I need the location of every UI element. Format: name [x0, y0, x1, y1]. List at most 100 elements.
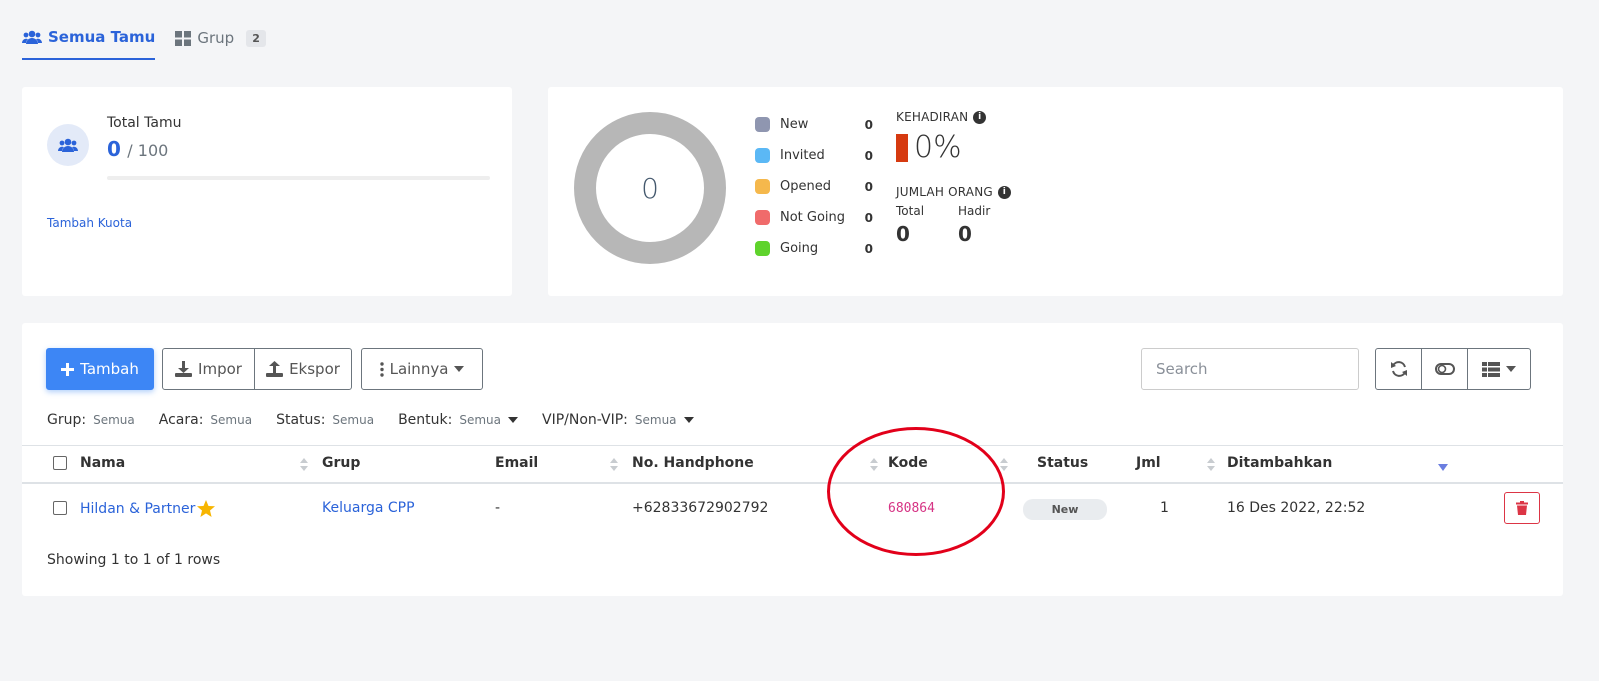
- grid-icon: [175, 30, 192, 46]
- legend-swatch: [755, 179, 770, 194]
- attendance-percentage: 0%: [896, 130, 986, 165]
- info-icon[interactable]: i: [997, 185, 1011, 199]
- chevron-down-icon: [683, 417, 694, 423]
- delete-button[interactable]: [1504, 492, 1540, 524]
- sort-icon[interactable]: [870, 458, 878, 472]
- table-row: Hildan & Partner Keluarga CPP - +6283367…: [22, 486, 1563, 532]
- attendance-section: KEHADIRAN i 0%: [896, 110, 987, 165]
- filter-label: Bentuk:: [398, 412, 453, 428]
- table-header: Nama Grup Email No. Handphone Kode Statu…: [22, 445, 1563, 484]
- filter-bentuk[interactable]: Bentuk: Semua: [398, 412, 518, 428]
- guest-phone-cell: +62833672902792: [632, 500, 769, 516]
- legend-item-opened[interactable]: Opened 0: [755, 171, 873, 202]
- upload-icon: [266, 361, 284, 377]
- legend-item-new[interactable]: New 0: [755, 109, 873, 140]
- status-donut-chart: 0: [574, 112, 726, 264]
- total-guests-value: 0 / 100: [107, 137, 168, 161]
- tab-semua-tamu[interactable]: Semua Tamu: [22, 28, 156, 60]
- people-count-title: JUMLAH ORANG i: [896, 185, 1011, 199]
- status-legend: New 0 Invited 0 Opened 0 Not Going 0 Goi…: [755, 109, 873, 264]
- tab-bar: Semua Tamu Grup 2: [22, 28, 266, 60]
- filter-status[interactable]: Status: Semua: [276, 412, 374, 428]
- people-present: Hadir 0: [958, 204, 990, 246]
- refresh-icon: [1390, 361, 1407, 377]
- total-guests-card: Total Tamu 0 / 100 Tambah Kuota: [22, 87, 512, 296]
- filter-value: Semua: [634, 413, 677, 427]
- filter-vip[interactable]: VIP/Non-VIP: Semua: [542, 412, 694, 428]
- select-all-checkbox[interactable]: [53, 456, 67, 470]
- sort-icon[interactable]: [610, 458, 618, 472]
- legend-count: 0: [864, 148, 873, 163]
- column-header-nama[interactable]: Nama: [80, 455, 125, 471]
- column-header-phone[interactable]: No. Handphone: [632, 455, 754, 471]
- count-badge: 2: [246, 29, 266, 47]
- legend-label: New: [780, 117, 809, 132]
- total-guests-label: Total Tamu: [107, 115, 182, 131]
- guest-group-link[interactable]: Keluarga CPP: [322, 500, 415, 516]
- chevron-down-icon: [508, 417, 518, 423]
- guest-code-cell: 680864: [888, 501, 935, 516]
- legend-count: 0: [864, 210, 873, 225]
- trash-icon: [1516, 501, 1528, 515]
- filter-grup[interactable]: Grup: Semua: [47, 412, 135, 428]
- guest-quota: / 100: [127, 141, 169, 160]
- filter-acara[interactable]: Acara: Semua: [159, 412, 252, 428]
- sort-icon[interactable]: [300, 458, 308, 472]
- attendance-percentage-value: 0%: [914, 130, 962, 165]
- guest-count: 0: [107, 137, 121, 161]
- people-present-value: 0: [958, 222, 972, 246]
- refresh-button[interactable]: [1375, 348, 1422, 390]
- people-count-section: JUMLAH ORANG i Total 0 Hadir 0: [896, 185, 1011, 246]
- filter-label: Acara:: [158, 412, 204, 428]
- people-total-value: 0: [896, 222, 910, 246]
- tab-grup[interactable]: Grup 2: [175, 28, 266, 60]
- status-badge: New: [1023, 499, 1107, 520]
- column-header-grup[interactable]: Grup: [322, 455, 360, 471]
- column-header-ditambahkan[interactable]: Ditambahkan: [1227, 455, 1332, 471]
- legend-swatch: [755, 210, 770, 225]
- legend-count: 0: [864, 179, 873, 194]
- chevron-down-icon: [454, 366, 465, 372]
- search-input[interactable]: [1141, 348, 1359, 390]
- star-icon: [197, 500, 216, 517]
- column-header-jml[interactable]: Jml: [1136, 455, 1161, 471]
- donut-center-value: 0: [641, 171, 659, 205]
- column-header-email[interactable]: Email: [495, 455, 538, 471]
- legend-item-not-going[interactable]: Not Going 0: [755, 202, 873, 233]
- stats-card: 0 New 0 Invited 0 Opened 0 Not Going 0 G…: [548, 87, 1563, 296]
- tab-label: Semua Tamu: [48, 28, 156, 46]
- sort-icon[interactable]: [1000, 458, 1008, 472]
- sort-desc-icon[interactable]: [1438, 464, 1448, 471]
- tab-label: Grup: [197, 29, 235, 47]
- toggle-view-button[interactable]: [1421, 348, 1468, 390]
- filter-label: VIP/Non-VIP:: [542, 412, 628, 428]
- legend-swatch: [755, 117, 770, 132]
- guest-added-date-cell: 16 Des 2022, 22:52: [1227, 500, 1366, 516]
- legend-label: Opened: [780, 179, 831, 194]
- info-icon[interactable]: i: [973, 110, 987, 124]
- legend-swatch: [755, 241, 770, 256]
- column-header-kode[interactable]: Kode: [888, 455, 928, 471]
- guest-name-cell[interactable]: Hildan & Partner: [80, 500, 216, 517]
- sort-icon[interactable]: [1207, 458, 1215, 472]
- attendance-bar: [896, 133, 908, 162]
- chevron-down-icon: [1506, 366, 1516, 372]
- add-guest-label: Tambah: [80, 360, 139, 378]
- more-dropdown-button[interactable]: Lainnya: [361, 348, 483, 390]
- guests-avatar: [47, 124, 89, 166]
- column-header-status[interactable]: Status: [1037, 455, 1088, 471]
- add-quota-link[interactable]: Tambah Kuota: [47, 216, 132, 230]
- guest-name-link[interactable]: Hildan & Partner: [80, 501, 195, 517]
- toggle-icon: [1434, 363, 1455, 375]
- export-button[interactable]: Ekspor: [254, 348, 352, 390]
- filter-value: Semua: [210, 413, 253, 427]
- legend-item-invited[interactable]: Invited 0: [755, 140, 873, 171]
- filter-value: Semua: [332, 413, 375, 427]
- attendance-title: KEHADIRAN i: [896, 110, 987, 124]
- add-guest-button[interactable]: Tambah: [46, 348, 154, 390]
- row-checkbox[interactable]: [53, 501, 67, 515]
- people-present-label: Hadir: [958, 204, 991, 218]
- import-button[interactable]: Impor: [162, 348, 255, 390]
- columns-dropdown-button[interactable]: [1467, 348, 1531, 390]
- legend-item-going[interactable]: Going 0: [755, 233, 873, 264]
